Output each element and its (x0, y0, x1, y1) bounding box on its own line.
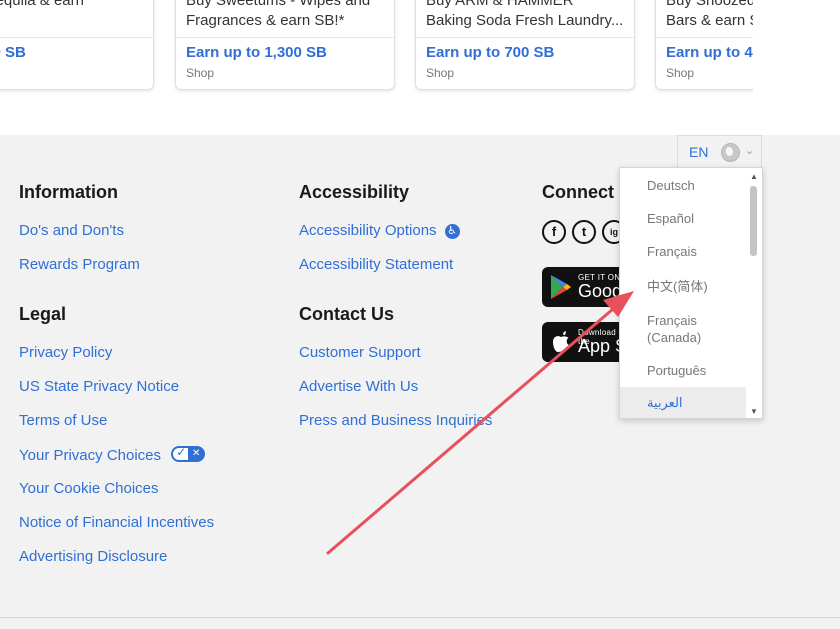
twitter-icon[interactable]: t (572, 220, 596, 244)
offer-card-earn: Earn up to 40 (666, 44, 762, 61)
card-divider (0, 37, 153, 38)
us-state-privacy-notice-link[interactable]: US State Privacy Notice (19, 378, 179, 395)
language-option-chinese-simplified[interactable]: 中文(简体) (620, 278, 747, 295)
scroll-up-arrow-icon[interactable]: ▲ (750, 172, 758, 181)
offer-card[interactable]: Buy Sweetums - Wipes and Fragrances & ea… (175, 0, 395, 90)
offer-card-title: oron - Tequila & earn (0, 0, 84, 9)
language-option-francais[interactable]: Français (620, 243, 747, 260)
accessibility-heading: Accessibility (299, 182, 410, 202)
terms-of-use-link[interactable]: Terms of Use (19, 412, 107, 429)
contact-heading: Contact Us (299, 304, 395, 324)
cards-overflow-mask (753, 0, 840, 135)
language-dropdown-menu[interactable]: Deutsch Español Français 中文(简体) Français… (619, 167, 763, 419)
language-code: EN (689, 144, 709, 160)
privacy-policy-link[interactable]: Privacy Policy (19, 344, 112, 361)
offer-card-shop: Shop (666, 66, 695, 80)
language-option-francais-canada[interactable]: Français (Canada) (620, 312, 740, 346)
accessibility-options-row[interactable]: Accessibility Options ♿ (299, 222, 460, 239)
card-divider (176, 37, 394, 38)
footer-legal-section: Legal (19, 304, 66, 325)
offer-card[interactable]: Buy ARM & HAMMER Baking Soda Fresh Laund… (415, 0, 635, 90)
google-play-icon (551, 275, 571, 299)
check-icon: ✓ (176, 445, 187, 459)
offer-card-shop: Shop (426, 66, 455, 80)
offer-card-earn: Earn up to 1,300 SB (186, 44, 327, 61)
accessibility-icon: ♿ (444, 224, 460, 239)
offer-card-title: Buy Sweetums - Wipes and Fragrances & ea… (186, 0, 371, 29)
notice-of-financial-incentives-link[interactable]: Notice of Financial Incentives (19, 514, 214, 531)
privacy-choices-toggle-icon: ✓ ✕ (171, 445, 206, 462)
offer-card-earn: to 1,000 SB (0, 44, 26, 61)
rewards-program-link[interactable]: Rewards Program (19, 256, 140, 273)
advertise-with-us-link[interactable]: Advertise With Us (299, 378, 418, 395)
apple-icon (553, 331, 569, 353)
footer-information-section: Information (19, 182, 118, 203)
scrollbar-thumb[interactable] (750, 186, 757, 256)
globe-icon (721, 143, 740, 162)
connect-heading: Connect (542, 182, 614, 202)
offer-cards-strip: oron - Tequila & earn to 1,000 SB Buy Sw… (0, 0, 840, 135)
legal-heading: Legal (19, 304, 67, 324)
accessibility-statement-link[interactable]: Accessibility Statement (299, 256, 453, 273)
card-divider (416, 37, 634, 38)
dos-and-donts-link[interactable]: Do's and Don'ts (19, 222, 124, 239)
your-privacy-choices-row[interactable]: Your Privacy Choices ✓ ✕ (19, 445, 206, 464)
chevron-down-icon: ⌄ (745, 145, 755, 157)
customer-support-link[interactable]: Customer Support (299, 344, 421, 361)
advertising-disclosure-link[interactable]: Advertising Disclosure (19, 548, 167, 565)
offer-card-earn: Earn up to 700 SB (426, 44, 555, 61)
language-menu-scrollbar[interactable]: ▲ ▼ (746, 168, 762, 418)
footer-connect-section: Connect (542, 182, 614, 203)
scroll-down-arrow-icon[interactable]: ▼ (750, 407, 758, 416)
press-and-business-inquiries-link[interactable]: Press and Business Inquiries (299, 412, 492, 429)
language-selector-button[interactable]: EN ⌄ (677, 135, 762, 169)
offer-card-title: Buy ARM & HAMMER Baking Soda Fresh Laund… (426, 0, 624, 29)
language-option-espanol[interactable]: Español (620, 210, 747, 227)
offer-card[interactable]: oron - Tequila & earn to 1,000 SB (0, 0, 154, 90)
your-privacy-choices-link[interactable]: Your Privacy Choices (19, 447, 161, 464)
offer-card-shop: Shop (186, 66, 215, 80)
x-icon: ✕ (188, 447, 205, 461)
your-cookie-choices-link[interactable]: Your Cookie Choices (19, 480, 159, 497)
information-heading: Information (19, 182, 118, 202)
language-option-portugues[interactable]: Português (620, 362, 747, 379)
accessibility-options-link[interactable]: Accessibility Options (299, 222, 437, 239)
footer-accessibility-section: Accessibility (299, 182, 409, 203)
language-option-deutsch[interactable]: Deutsch (620, 177, 747, 194)
language-option-arabic[interactable]: العربية (620, 387, 747, 418)
footer-contact-section: Contact Us (299, 304, 394, 325)
facebook-icon[interactable]: f (542, 220, 566, 244)
footer-bottom-divider (0, 617, 840, 618)
